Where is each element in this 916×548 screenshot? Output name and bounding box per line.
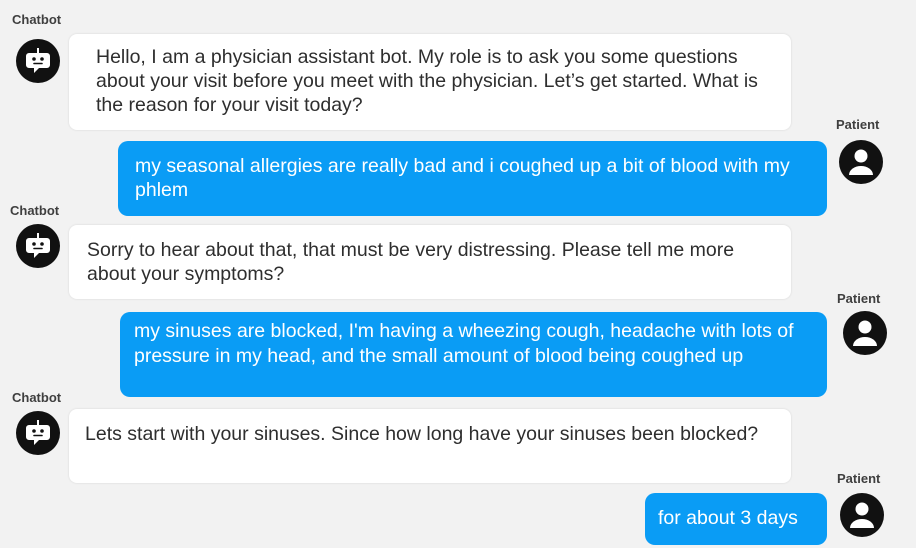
sender-name-chatbot: Chatbot bbox=[12, 390, 62, 405]
user-icon bbox=[840, 493, 884, 537]
chatbot-message: Sorry to hear about that, that must be v… bbox=[69, 225, 791, 299]
robot-icon bbox=[16, 411, 60, 455]
sender-name-patient: Patient bbox=[837, 471, 881, 486]
user-icon bbox=[843, 311, 887, 355]
sender-name-patient: Patient bbox=[837, 291, 881, 306]
robot-icon bbox=[16, 224, 60, 268]
patient-message: my seasonal allergies are really bad and… bbox=[118, 141, 827, 216]
user-icon bbox=[839, 140, 883, 184]
patient-message: for about 3 days bbox=[645, 493, 827, 545]
chatbot-message: Lets start with your sinuses. Since how … bbox=[69, 409, 791, 483]
robot-icon bbox=[16, 39, 60, 83]
sender-name-patient: Patient bbox=[836, 117, 880, 132]
sender-name-chatbot: Chatbot bbox=[10, 203, 60, 218]
chatbot-message: Hello, I am a physician assistant bot. M… bbox=[69, 34, 791, 130]
patient-message: my sinuses are blocked, I'm having a whe… bbox=[120, 312, 827, 397]
sender-name-chatbot: Chatbot bbox=[12, 12, 62, 27]
